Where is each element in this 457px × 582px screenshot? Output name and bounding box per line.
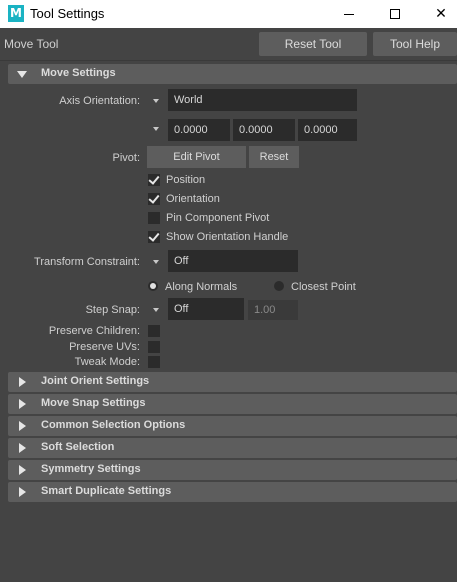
- transform-constraint-dropdown-arrow-icon[interactable]: [153, 260, 159, 264]
- collapsed-triangle-icon: [19, 443, 26, 453]
- pin-component-pivot-checkbox[interactable]: [148, 212, 160, 224]
- closest-point-radio[interactable]: [274, 281, 284, 291]
- position-label: Position: [166, 174, 206, 186]
- edit-pivot-button[interactable]: Edit Pivot: [147, 146, 246, 168]
- preserve-uvs-label: Preserve UVs:: [69, 341, 140, 353]
- closest-point-label: Closest Point: [291, 281, 356, 293]
- close-button[interactable]: ✕: [418, 0, 457, 28]
- section-label: Common Selection Options: [41, 419, 186, 431]
- tweak-mode-checkbox[interactable]: [148, 356, 160, 368]
- section-joint-orient-settings[interactable]: Joint Orient Settings: [8, 372, 457, 392]
- step-snap-dropdown[interactable]: Off: [168, 298, 244, 320]
- section-symmetry-settings[interactable]: Symmetry Settings: [8, 460, 457, 480]
- reset-tool-button[interactable]: Reset Tool: [259, 32, 367, 56]
- collapsed-triangle-icon: [19, 399, 26, 409]
- section-label: Soft Selection: [41, 441, 115, 453]
- expanded-triangle-icon: [17, 71, 27, 78]
- step-snap-amount-field[interactable]: 1.00: [248, 300, 298, 320]
- preserve-children-checkbox[interactable]: [148, 325, 160, 337]
- section-move-snap-settings[interactable]: Move Snap Settings: [8, 394, 457, 414]
- minimize-button[interactable]: [326, 0, 372, 28]
- section-label: Joint Orient Settings: [41, 375, 150, 387]
- collapsed-triangle-icon: [19, 487, 26, 497]
- collapsed-triangle-icon: [19, 465, 26, 475]
- orientation-checkbox[interactable]: [148, 193, 160, 205]
- axis-z-field[interactable]: 0.0000: [298, 119, 357, 141]
- axis-x-field[interactable]: 0.0000: [168, 119, 230, 141]
- along-normals-label: Along Normals: [165, 281, 238, 293]
- orientation-label: Orientation: [166, 193, 220, 205]
- axis-values-dropdown-arrow-icon[interactable]: [153, 127, 159, 131]
- divider: [0, 60, 457, 61]
- section-label: Smart Duplicate Settings: [41, 485, 172, 497]
- collapsed-triangle-icon: [19, 421, 26, 431]
- title-bar: M Tool Settings ✕: [0, 0, 457, 28]
- axis-orientation-dropdown[interactable]: World: [168, 89, 357, 111]
- tool-name: Move Tool: [4, 37, 59, 51]
- section-label: Move Settings: [41, 67, 116, 79]
- step-snap-dropdown-arrow-icon[interactable]: [153, 308, 159, 312]
- section-smart-duplicate-settings[interactable]: Smart Duplicate Settings: [8, 482, 457, 502]
- transform-constraint-label: Transform Constraint:: [34, 256, 140, 268]
- transform-constraint-dropdown[interactable]: Off: [168, 250, 298, 272]
- section-common-selection-options[interactable]: Common Selection Options: [8, 416, 457, 436]
- section-label: Move Snap Settings: [41, 397, 146, 409]
- minimize-icon: [344, 13, 354, 15]
- show-orientation-handle-checkbox[interactable]: [148, 231, 160, 243]
- reset-pivot-button[interactable]: Reset: [249, 146, 299, 168]
- axis-orientation-dropdown-arrow-icon[interactable]: [153, 99, 159, 103]
- section-soft-selection[interactable]: Soft Selection: [8, 438, 457, 458]
- pin-component-pivot-label: Pin Component Pivot: [166, 212, 270, 224]
- pivot-label: Pivot:: [112, 152, 140, 164]
- window-title: Tool Settings: [30, 6, 105, 21]
- tweak-mode-label: Tweak Mode:: [74, 356, 140, 368]
- section-label: Symmetry Settings: [41, 463, 141, 475]
- collapsed-triangle-icon: [19, 377, 26, 387]
- along-normals-radio[interactable]: [148, 281, 158, 291]
- axis-y-field[interactable]: 0.0000: [233, 119, 295, 141]
- tool-header: Move Tool Reset Tool Tool Help: [0, 28, 457, 60]
- position-checkbox[interactable]: [148, 174, 160, 186]
- maximize-icon: [390, 9, 400, 19]
- tool-help-button[interactable]: Tool Help: [373, 32, 457, 56]
- preserve-children-label: Preserve Children:: [48, 325, 140, 337]
- maximize-button[interactable]: [372, 0, 418, 28]
- axis-orientation-label: Axis Orientation:: [59, 95, 140, 107]
- close-icon: ✕: [435, 6, 447, 22]
- step-snap-label: Step Snap:: [85, 304, 140, 316]
- maya-app-icon: M: [8, 5, 24, 22]
- show-orientation-handle-label: Show Orientation Handle: [166, 231, 289, 243]
- section-move-settings[interactable]: Move Settings: [8, 64, 457, 84]
- preserve-uvs-checkbox[interactable]: [148, 341, 160, 353]
